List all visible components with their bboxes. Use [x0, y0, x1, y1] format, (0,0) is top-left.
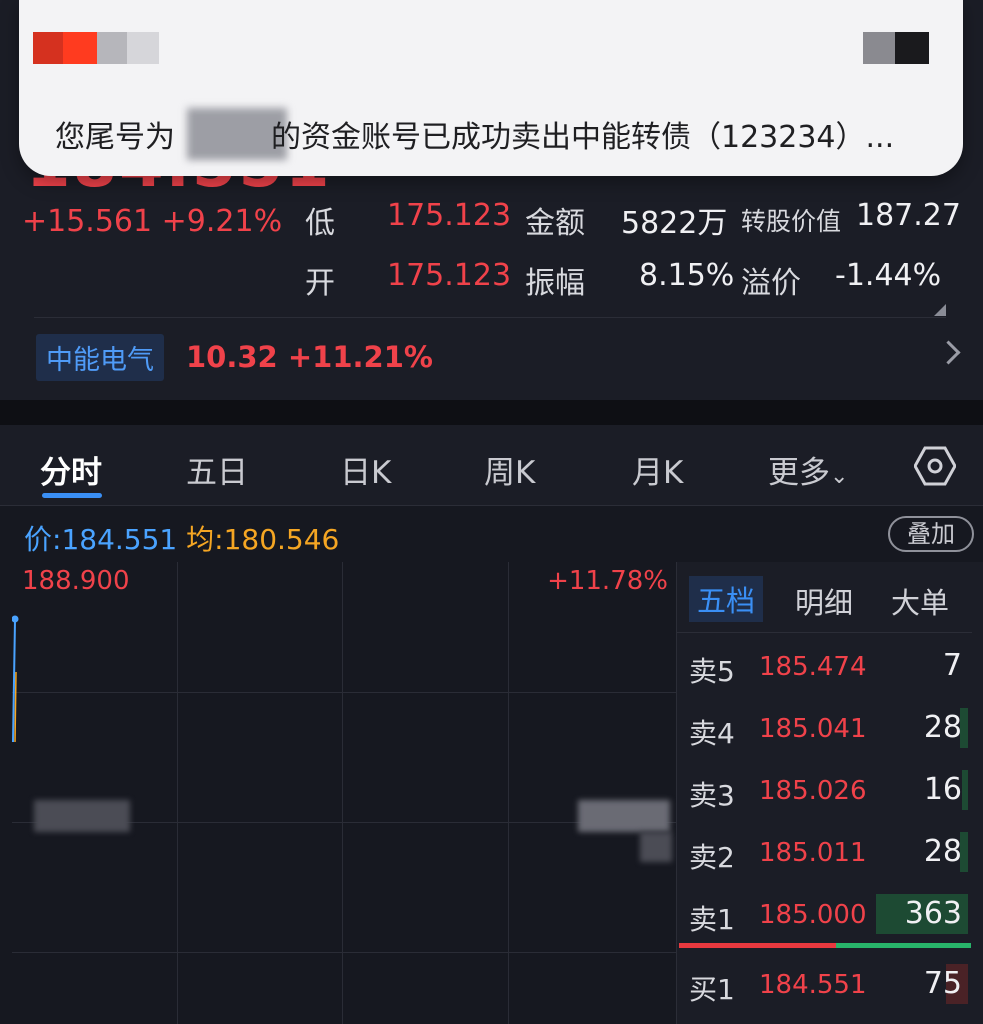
price-value: 184.551: [61, 523, 178, 556]
divider: [34, 317, 946, 318]
amount-label: 金额: [525, 206, 585, 241]
premium-label: 溢价: [741, 266, 801, 301]
linked-stock-name: 中能电气: [36, 334, 164, 381]
level-price: 185.011: [759, 838, 867, 868]
chevron-right-icon: [936, 340, 961, 365]
tab-daily-k[interactable]: 日K: [340, 447, 391, 492]
axis-max-price: 188.900: [22, 566, 130, 596]
low-value: 175.123: [387, 198, 512, 233]
order-row: 卖4 185.041 28: [677, 704, 972, 754]
section-gap: [0, 400, 983, 425]
grid-line: [12, 952, 676, 953]
level-label: 卖3: [689, 779, 735, 812]
tab-five-levels[interactable]: 五档: [689, 576, 764, 622]
price-line-start: [12, 615, 19, 743]
level-price: 185.041: [759, 714, 867, 744]
tab-monthly-k[interactable]: 月K: [632, 447, 683, 492]
expand-triangle-icon[interactable]: [934, 304, 946, 316]
level-volume: 28: [923, 710, 962, 745]
chevron-down-icon: ⌄: [830, 464, 849, 489]
order-row: 卖1 185.000 363: [677, 890, 972, 940]
level-volume: 7: [942, 648, 962, 683]
grid-line: [177, 562, 178, 1024]
tab-weekly-k[interactable]: 周K: [484, 447, 535, 492]
level-volume: 363: [904, 896, 962, 931]
level-label: 卖4: [689, 717, 735, 750]
grid-line: [12, 692, 676, 693]
amplitude-value: 8.15%: [639, 258, 735, 293]
notification-text-suffix: 的资金账号已成功卖出中能转债（123234）...: [271, 120, 895, 155]
blurred-watermark: [640, 832, 672, 862]
level-volume: 16: [923, 772, 962, 807]
tab-details[interactable]: 明细: [795, 580, 853, 622]
level-volume: 75: [923, 966, 962, 1001]
level-price: 184.551: [759, 970, 867, 1000]
level-price: 185.474: [759, 652, 867, 682]
order-row: 买1 184.551 75: [677, 960, 972, 1010]
notification-banner[interactable]: 您尾号为 的资金账号已成功卖出中能转债（123234）...: [19, 0, 963, 176]
notification-app-icon: [33, 32, 159, 64]
stats-row-open: 开 175.123 振幅 8.15% 溢价 -1.44%: [305, 258, 955, 302]
order-row: 卖2 185.011 28: [677, 828, 972, 878]
stats-row-low: 低 175.123 金额 5822万 转股价值 187.27: [305, 198, 961, 242]
notification-time-masked: [863, 32, 929, 64]
grid-line: [342, 562, 343, 1024]
level-volume: 28: [923, 834, 962, 869]
level-label: 卖1: [689, 903, 735, 936]
tab-more[interactable]: 更多⌄: [768, 447, 848, 492]
change-percent: +9.21%: [161, 204, 283, 239]
sell-ratio-bar: [679, 943, 836, 948]
intraday-chart[interactable]: 188.900 +11.78%: [12, 562, 676, 1024]
price-average-readout: 价:184.551 均:180.546: [24, 518, 339, 558]
order-row: 卖3 185.026 16: [677, 766, 972, 816]
level-price: 185.026: [759, 776, 867, 806]
level-price: 185.000: [759, 900, 867, 930]
volume-bar: [962, 770, 968, 810]
price-change: +15.561 +9.21%: [22, 204, 282, 239]
level-label: 卖2: [689, 841, 735, 874]
low-label: 低: [305, 206, 335, 241]
blurred-watermark: [34, 800, 130, 832]
order-book-tabs: 五档 明细 大单: [677, 562, 972, 633]
avg-value: 180.546: [223, 523, 340, 556]
open-value: 175.123: [387, 258, 512, 293]
buy-ratio-bar: [836, 943, 971, 948]
tab-more-label: 更多: [768, 455, 830, 491]
level-label: 买1: [689, 973, 735, 1006]
conv-value: 187.27: [856, 198, 961, 233]
axis-max-percent: +11.78%: [547, 566, 668, 596]
notification-text-prefix: 您尾号为: [55, 120, 175, 155]
order-row: 卖5 185.474 7: [677, 642, 972, 692]
tab-large-orders[interactable]: 大单: [891, 580, 949, 622]
linked-stock-row[interactable]: 中能电气 10.32 +11.21%: [0, 330, 983, 390]
amount-value: 5822万: [621, 206, 728, 241]
linked-stock-price: 10.32: [186, 340, 278, 374]
blurred-watermark: [578, 800, 670, 832]
grid-line: [508, 562, 509, 1024]
overlay-button[interactable]: 叠加: [888, 516, 974, 552]
avg-label: 均:: [186, 523, 224, 556]
settings-hexagon-icon[interactable]: [914, 445, 956, 487]
open-label: 开: [305, 266, 335, 301]
tab-intraday[interactable]: 分时: [40, 447, 102, 492]
notification-message: 您尾号为 的资金账号已成功卖出中能转债（123234）...: [55, 112, 894, 156]
price-average-line: 价:184.551 均:180.546 叠加: [0, 506, 983, 562]
order-book: 五档 明细 大单 卖5 185.474 7 卖4 185.041 28 卖3 1…: [676, 562, 983, 1024]
linked-stock-change: +11.21%: [287, 340, 433, 374]
amplitude-label: 振幅: [525, 266, 585, 301]
price-label: 价:: [24, 523, 62, 556]
chart-period-tabs: 分时 五日 日K 周K 月K 更多⌄: [0, 425, 983, 506]
active-tab-indicator: [42, 493, 102, 498]
change-amount: +15.561: [22, 204, 153, 239]
linked-stock-quote: 10.32 +11.21%: [186, 340, 433, 374]
tab-five-day[interactable]: 五日: [186, 447, 248, 492]
level-label: 卖5: [689, 655, 735, 688]
premium-value: -1.44%: [835, 258, 942, 293]
conv-value-label: 转股价值: [741, 207, 842, 236]
